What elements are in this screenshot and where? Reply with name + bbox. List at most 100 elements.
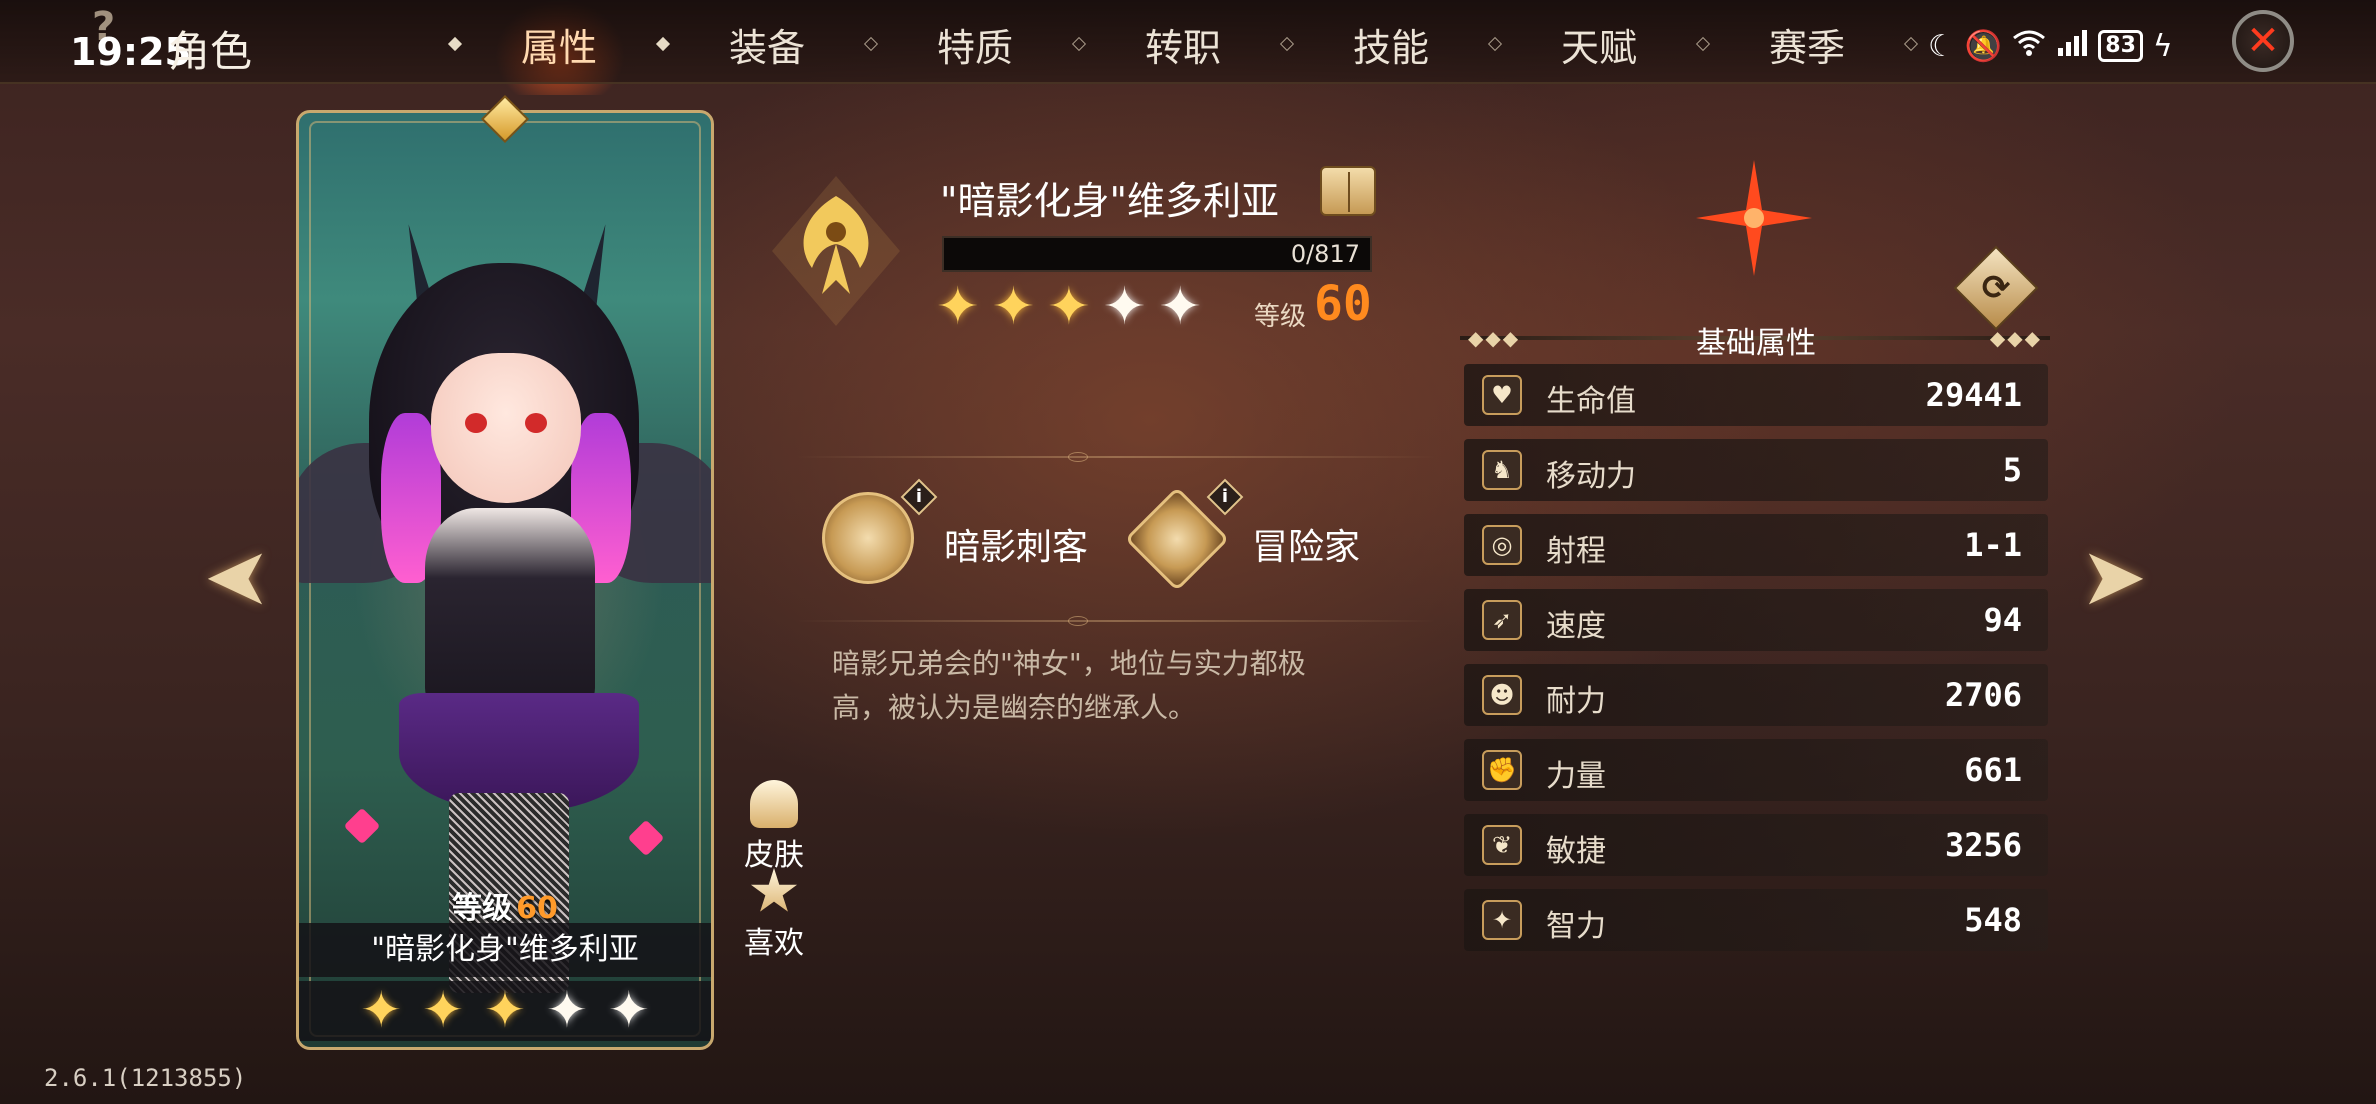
stat-row-agility: ❦ 敏捷 3256 — [1464, 814, 2048, 876]
star-icon: ✦ — [607, 981, 650, 1039]
ornament-dots-icon: ◆◆◆ — [1989, 326, 2042, 350]
target-icon: ◎ — [1482, 525, 1522, 565]
close-icon: ✕ — [2246, 18, 2280, 64]
tab-equipment[interactable]: 装备 — [708, 17, 826, 72]
ornament-dots-icon: ◆◆◆ — [1468, 326, 1521, 350]
favorite-button[interactable]: 喜欢 — [736, 868, 812, 962]
divider-ornament-icon — [1068, 616, 1088, 626]
stat-value: 661 — [1964, 751, 2022, 789]
boot-icon: ♞ — [1482, 450, 1522, 490]
stat-row-intelligence: ✦ 智力 548 — [1464, 889, 2048, 951]
stat-value: 94 — [1983, 601, 2022, 639]
tab-traits[interactable]: 特质 — [916, 17, 1034, 72]
info-icon[interactable]: i — [900, 478, 938, 516]
lore-book-icon[interactable] — [1320, 166, 1376, 216]
prev-character-arrow-icon[interactable]: ➤ — [204, 530, 271, 623]
divider-ornament-icon — [1068, 452, 1088, 462]
character-body — [425, 508, 595, 708]
close-button[interactable]: ✕ — [2232, 10, 2294, 72]
star-icon: ✦ — [360, 981, 403, 1039]
tab-separator-icon — [1279, 36, 1295, 52]
hero-level-value: 60 — [1314, 276, 1372, 332]
card-level: 等级 60 — [299, 883, 711, 927]
card-level-value: 60 — [516, 891, 558, 926]
class-label-2: 冒险家 — [1252, 527, 1361, 568]
star-icon: ✦ — [484, 981, 526, 1039]
mute-bell-icon: 🔕 — [1964, 28, 2003, 64]
sparkle-icon: ✦ — [1482, 900, 1522, 940]
favorite-label: 喜欢 — [744, 926, 804, 961]
shadow-assassin-class-icon[interactable] — [822, 492, 914, 584]
hero-name: "暗影化身"维多利亚 — [940, 179, 1279, 223]
wifi-icon — [2012, 28, 2046, 64]
tab-talents[interactable]: 天赋 — [1540, 17, 1658, 72]
star-icon: ✦ — [991, 277, 1036, 337]
star-icon: ✦ — [1102, 277, 1147, 337]
tab-separator-icon — [863, 36, 879, 52]
compass-star-icon — [1696, 160, 1812, 276]
arm-icon: ✊ — [1482, 750, 1522, 790]
stat-name: 智力 — [1546, 909, 1606, 944]
tab-skills[interactable]: 技能 — [1332, 17, 1450, 72]
stat-row-speed: ➶ 速度 94 — [1464, 589, 2048, 651]
divider — [796, 620, 1436, 622]
refresh-icon: ⟳ — [1981, 268, 2011, 308]
stat-name: 力量 — [1546, 759, 1606, 794]
refresh-button[interactable]: ⟳ — [1953, 245, 2039, 331]
tab-separator-icon — [1903, 36, 1919, 52]
stat-row-strength: ✊ 力量 661 — [1464, 739, 2048, 801]
stat-name: 射程 — [1546, 534, 1606, 569]
person-icon: ☻ — [1482, 675, 1522, 715]
leaf-icon: ❦ — [1482, 825, 1522, 865]
stat-value: 2706 — [1944, 676, 2022, 714]
stat-name: 移动力 — [1546, 459, 1636, 494]
star-icon: ✦ — [1047, 277, 1091, 337]
info-icon[interactable]: i — [1206, 478, 1244, 516]
stat-name: 生命值 — [1546, 384, 1636, 419]
dress-icon — [750, 780, 798, 828]
star-icon: ✦ — [936, 277, 980, 337]
stat-name: 耐力 — [1546, 684, 1606, 719]
card-character-name: "暗影化身"维多利亚 — [299, 923, 711, 977]
tab-season[interactable]: 赛季 — [1748, 17, 1866, 72]
wing-icon: ➶ — [1482, 600, 1522, 640]
divider — [796, 456, 1436, 458]
tab-attributes[interactable]: 属性 — [490, 0, 630, 95]
heart-icon: ♥ — [1482, 375, 1522, 415]
moon-icon: ☾ — [1928, 28, 1955, 64]
tab-separator-icon — [1695, 36, 1711, 52]
character-eye — [525, 413, 547, 433]
tab-separator-icon — [655, 36, 671, 52]
character-eye — [465, 413, 487, 433]
stat-value: 548 — [1964, 901, 2022, 939]
top-bar: ? 19:25 角色 属性 装备 特质 转职 技能 天赋 赛季 ☾ 🔕 83 ϟ… — [0, 0, 2376, 95]
page-title: 角色 — [168, 27, 253, 76]
stat-row-hp: ♥ 生命值 29441 — [1464, 364, 2048, 426]
battery-level: 83 — [2098, 30, 2143, 62]
stats-title: 基础属性 — [1696, 326, 1816, 361]
class-label-1: 暗影刺客 — [944, 527, 1089, 568]
character-card[interactable]: 等级 60 "暗影化身"维多利亚 ✦ ✦ ✦ ✦ ✦ — [296, 110, 714, 1050]
next-character-arrow-icon[interactable]: ➤ — [2080, 530, 2147, 623]
system-status-icons: ☾ 🔕 83 ϟ — [1928, 28, 2173, 64]
stat-row-range: ◎ 射程 1-1 — [1464, 514, 2048, 576]
xp-text: 0/817 — [1290, 240, 1360, 268]
stat-row-movement: ♞ 移动力 5 — [1464, 439, 2048, 501]
signal-icon — [2056, 28, 2088, 64]
skin-button[interactable]: 皮肤 — [736, 780, 812, 874]
xp-bar: 0/817 — [942, 236, 1372, 272]
tab-separator-icon — [1487, 36, 1503, 52]
star-favorite-icon — [750, 868, 798, 912]
charging-icon: ϟ — [2152, 28, 2173, 64]
tab-class-change[interactable]: 转职 — [1124, 17, 1242, 72]
star-icon: ✦ — [422, 981, 465, 1039]
star-icon: ✦ — [1158, 277, 1202, 337]
stat-value: 3256 — [1944, 826, 2022, 864]
character-face — [431, 353, 581, 503]
version-label: 2.6.1(1213855) — [44, 1064, 247, 1092]
hero-star-rating: ✦ ✦ ✦ ✦ ✦ — [936, 278, 1202, 336]
tab-separator-icon — [447, 36, 463, 52]
stat-row-stamina: ☻ 耐力 2706 — [1464, 664, 2048, 726]
card-level-label: 等级 — [452, 891, 513, 926]
stat-value: 1-1 — [1964, 526, 2022, 564]
